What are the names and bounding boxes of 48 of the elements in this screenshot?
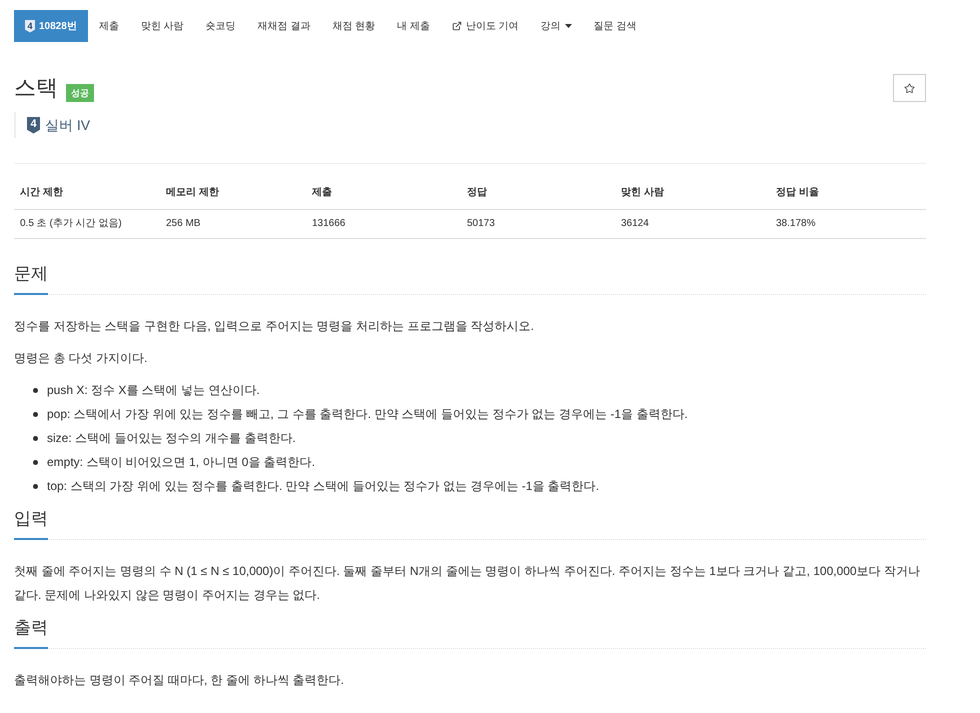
caret-icon: [564, 24, 572, 28]
table-header-cell: 정답: [461, 180, 615, 210]
list-item-text: pop: 스택에서 가장 위에 있는 정수를 빼고, 그 수를 출력한다. 만약 스택에 들어있는 정수가 없는 경우에는 -1을 출력한다.: [47, 406, 688, 423]
favorite-button[interactable]: [893, 74, 926, 102]
section-heading: 문제: [14, 261, 48, 295]
list-item-text: empty: 스택이 비어있으면 1, 아니면 0을 출력한다.: [47, 454, 316, 471]
bullet-icon: [33, 412, 38, 416]
problem-title: 스택: [14, 74, 58, 102]
table-cell: 256 MB: [160, 210, 306, 239]
tier-name: 실버 IV: [45, 116, 90, 134]
nav-tab[interactable]: 맞힌 사람: [130, 10, 195, 42]
paragraph-text: 첫째 줄에 주어지는 명령의 수 N (1 ≤ N ≤ 10,000)이 주어진다. 둘째 줄부터 N개의 줄에는 명령이 하나씩 주어진다. 주어지는 정수는 1보다 크거나 같고, 100,000보다 작거나 같다. 문제에 나와있지 않은 명령이 주어지는 경우는 없다.: [14, 563, 921, 604]
tier-badge: 4: [25, 20, 35, 32]
result-badge: 성공: [66, 84, 94, 102]
table-header-cell: 정답 비율: [770, 180, 926, 210]
nav-tab[interactable]: 질문 검색: [582, 10, 648, 42]
external-link-icon: [452, 21, 462, 31]
table-cell: 131666: [306, 210, 461, 239]
nav-tab[interactable]: 채점 현황: [321, 10, 386, 42]
table-cell: 36124: [615, 210, 770, 239]
nav-tab[interactable]: 숏코딩: [194, 10, 247, 42]
nav-tab[interactable]: 난이도 기여: [440, 10, 530, 42]
paragraph-text: 명령은 총 다섯 가지이다.: [14, 350, 148, 367]
nav-tab[interactable]: 재채점 결과: [246, 10, 322, 42]
star-icon: [904, 82, 915, 94]
table-header-cell: 메모리 제한: [160, 180, 306, 210]
section-heading: 출력: [14, 615, 48, 649]
table-cell: 50173: [461, 210, 615, 239]
bullet-icon: [33, 388, 38, 392]
table-header-cell: 시간 제한: [14, 180, 160, 210]
tier-badge: 4: [27, 116, 40, 134]
section-heading: 입력: [14, 506, 48, 540]
bullet-icon: [33, 436, 38, 440]
bullet-icon: [33, 484, 38, 488]
paragraph-text: 정수를 저장하는 스택을 구현한 다음, 입력으로 주어지는 명령을 처리하는 프로그램을 작성하시오.: [14, 318, 536, 335]
list-item-text: top: 스택의 가장 위에 있는 정수를 출력한다. 만약 스택에 들어있는 정수가 없는 경우에는 -1을 출력한다.: [47, 478, 600, 495]
nav-tab[interactable]: 내 제출: [386, 10, 441, 42]
nav-tab[interactable]: 강의: [530, 10, 583, 42]
list-item-text: push X: 정수 X를 스택에 넣는 연산이다.: [47, 382, 260, 399]
table-header-cell: 제출: [306, 180, 461, 210]
table-header-cell: 맞힌 사람: [615, 180, 770, 210]
paragraph-text: 출력해야하는 명령이 주어질 때마다, 한 줄에 하나씩 출력한다.: [14, 672, 346, 689]
nav-tab[interactable]: 제출: [88, 10, 130, 42]
list-item-text: size: 스택에 들어있는 정수의 개수를 출력한다.: [47, 430, 296, 447]
bullet-icon: [33, 460, 38, 464]
table-cell: 38.178%: [770, 210, 926, 239]
table-cell: 0.5 초 (추가 시간 없음): [14, 210, 160, 239]
nav-tab[interactable]: 4 10828번: [14, 10, 88, 42]
